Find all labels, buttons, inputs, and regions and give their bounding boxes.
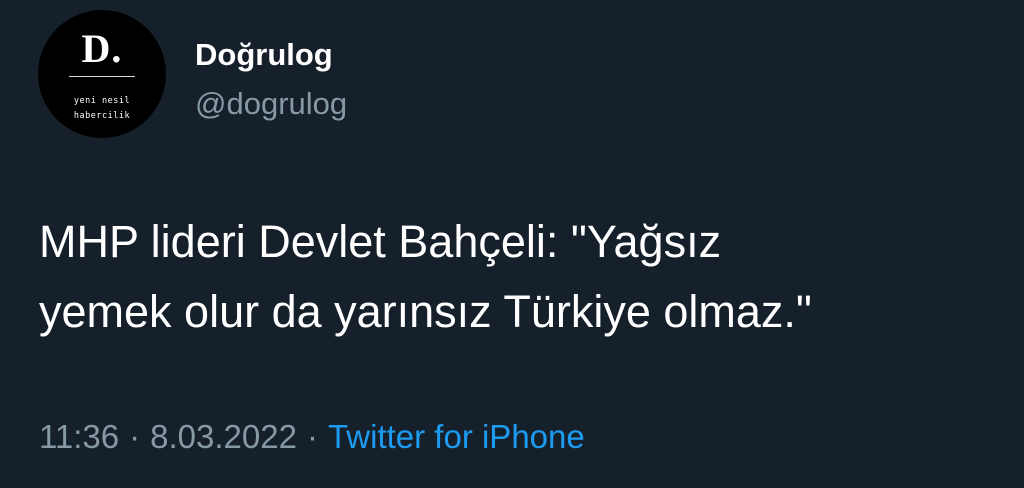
tweet-time[interactable]: 11:36: [39, 418, 119, 455]
tweet-source-link[interactable]: Twitter for iPhone: [328, 418, 585, 455]
tweet-meta: 11:36 · 8.03.2022 · Twitter for iPhone: [39, 417, 585, 457]
avatar-logo-letter: D.: [81, 26, 123, 71]
user-handle[interactable]: @dogrulog: [195, 86, 347, 122]
meta-separator: ·: [129, 418, 141, 455]
avatar[interactable]: D. yeni nesil habercilik: [38, 10, 166, 138]
avatar-logo-tagline-2: habercilik: [73, 111, 131, 121]
tweet-text-line-1: MHP lideri Devlet Bahçeli: "Yağsız: [39, 216, 722, 267]
tweet-text-line-2: yemek olur da yarınsız Türkiye olmaz.": [39, 286, 812, 337]
meta-separator: ·: [306, 418, 318, 455]
tweet-text: MHP lideri Devlet Bahçeli: "Yağsız yemek…: [39, 207, 999, 347]
avatar-logo-divider: [69, 76, 135, 77]
user-display-name[interactable]: Doğrulog: [195, 37, 333, 73]
avatar-logo-tagline-1: yeni nesil: [73, 96, 131, 106]
tweet-date[interactable]: 8.03.2022: [150, 418, 297, 455]
tweet-card: D. yeni nesil habercilik Doğrulog @dogru…: [0, 0, 1024, 488]
